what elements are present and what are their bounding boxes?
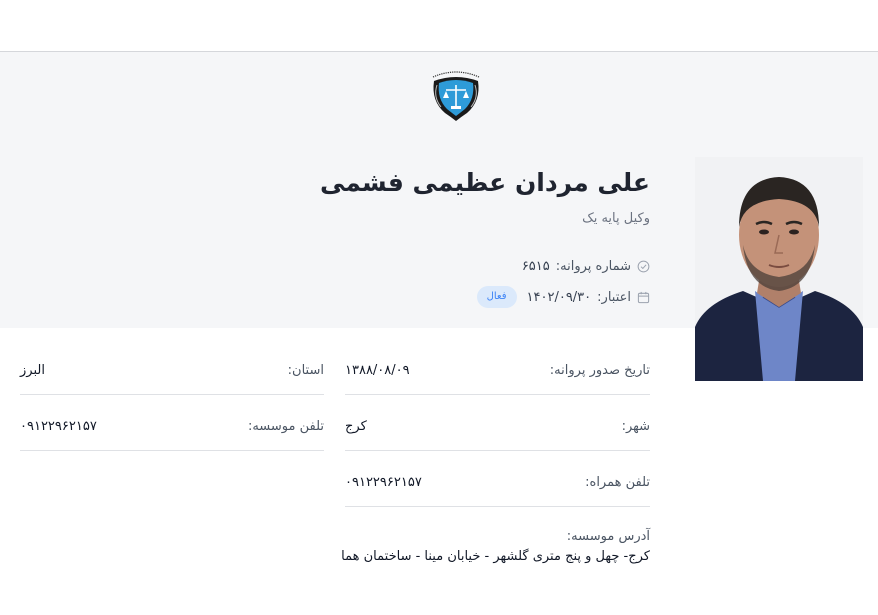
field-province: استان: البرز (20, 361, 324, 395)
issue-date-value: ۱۳۸۸/۰۸/۰۹ (345, 363, 410, 378)
bar-association-emblem (432, 71, 480, 121)
license-number-value: ۶۵۱۵ (521, 259, 550, 274)
mobile-value: ۰۹۱۲۲۹۶۲۱۵۷ (345, 475, 422, 490)
calendar-icon (637, 291, 650, 303)
lawyer-rank: وکیل پایه یک (582, 211, 650, 226)
license-number-row: شماره پروانه: ۶۵۱۵ (522, 259, 650, 274)
lawyer-photo (695, 157, 863, 381)
license-number-label: شماره پروانه: (555, 259, 631, 274)
field-mobile: تلفن همراه: ۰۹۱۲۲۹۶۲۱۵۷ (345, 473, 650, 507)
field-issue-date: تاریخ صدور پروانه: ۱۳۸۸/۰۸/۰۹ (345, 361, 650, 395)
validity-label: اعتبار: (597, 289, 631, 305)
address-value: کرج- چهل و پنج متری گلشهر - خیابان مینا … (341, 549, 650, 564)
field-office-phone: تلفن موسسه: ۰۹۱۲۲۹۶۲۱۵۷ (20, 417, 324, 451)
check-circle-icon (637, 260, 650, 273)
validity-row: اعتبار: ۱۴۰۲/۰۹/۳۰ فعال (476, 286, 650, 308)
top-bar (0, 0, 878, 52)
province-value: البرز (20, 363, 45, 378)
mobile-label: تلفن همراه: (585, 475, 650, 490)
validity-date: ۱۴۰۲/۰۹/۳۰ (526, 289, 592, 305)
lawyer-name: علی مردان عظیمی فشمی (319, 168, 650, 197)
city-value: کرج (345, 419, 367, 434)
province-label: استان: (287, 363, 324, 378)
city-label: شهر: (621, 419, 650, 434)
issue-date-label: تاریخ صدور پروانه: (549, 363, 650, 378)
office-phone-value: ۰۹۱۲۲۹۶۲۱۵۷ (20, 419, 97, 434)
field-city: شهر: کرج (345, 417, 650, 451)
status-badge: فعال (476, 286, 517, 308)
address-label: آدرس موسسه: (566, 529, 650, 544)
office-phone-label: تلفن موسسه: (247, 419, 324, 434)
